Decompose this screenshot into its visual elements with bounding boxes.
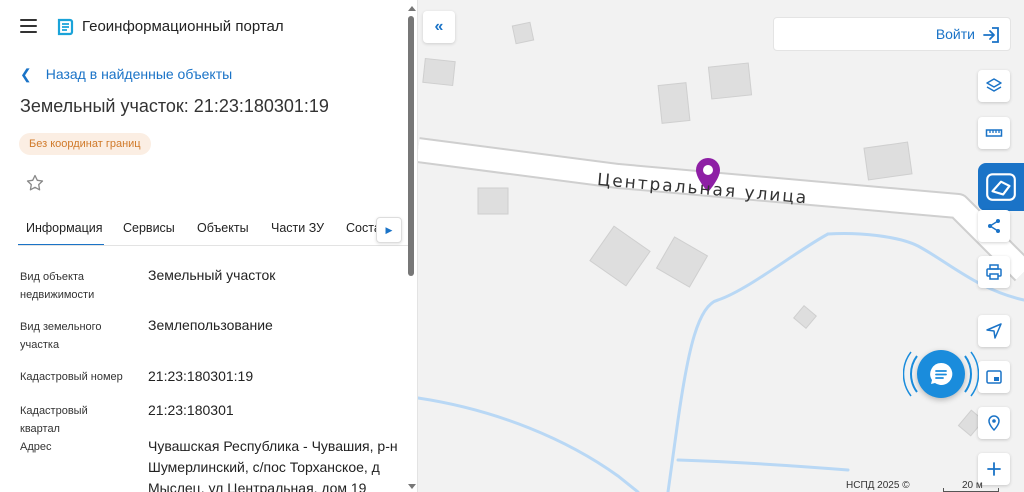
- star-icon[interactable]: [25, 173, 45, 193]
- detail-value: Земельный участок: [148, 267, 276, 283]
- detail-value: Землепользование: [148, 317, 273, 333]
- news-button[interactable]: [978, 163, 1024, 211]
- chat-button[interactable]: [917, 350, 965, 398]
- detail-label: Кадастровый номер: [20, 371, 123, 383]
- scroll-up-arrow-icon[interactable]: [408, 6, 416, 11]
- scroll-down-arrow-icon[interactable]: [408, 484, 416, 489]
- tab-parts[interactable]: Части ЗУ: [271, 221, 324, 235]
- detail-label: Вид земельного участка: [20, 321, 102, 351]
- share-button[interactable]: [978, 210, 1010, 242]
- detail-value: Чувашская Республика - Чувашия, р-н Шуме…: [148, 438, 398, 492]
- hamburger-menu-button[interactable]: [20, 19, 37, 33]
- plus-icon: [987, 462, 1001, 476]
- scale-bar: [943, 488, 999, 492]
- minimap-button[interactable]: [978, 361, 1010, 393]
- status-badge: Без координат границ: [19, 133, 151, 155]
- tabs-scroll-right-button[interactable]: ▶: [376, 217, 402, 243]
- detail-label: Вид объекта недвижимости: [20, 271, 95, 301]
- caret-right-icon: ▶: [385, 224, 393, 235]
- tab-services[interactable]: Сервисы: [123, 221, 175, 235]
- back-to-results-link[interactable]: ❮ Назад в найденные объекты: [20, 64, 232, 84]
- active-tab-indicator: [18, 244, 104, 245]
- detail-label: Кадастровый квартал: [20, 405, 88, 435]
- detail-value: 21:23:180301:19: [148, 368, 254, 384]
- tab-objects[interactable]: Объекты: [197, 221, 249, 235]
- tab-information[interactable]: Информация: [26, 221, 103, 235]
- portal-title: Геоинформационный портал: [82, 18, 284, 35]
- back-link-label: Назад в найденные объекты: [45, 66, 233, 82]
- login-arrow-icon: [983, 27, 999, 43]
- layers-icon: [986, 78, 1002, 92]
- detail-value: 21:23:180301: [148, 402, 234, 418]
- map-base-layer: [418, 21, 1024, 492]
- info-panel: Геоинформационный портал ❮ Назад в найде…: [0, 0, 418, 492]
- scrollbar-thumb[interactable]: [408, 16, 414, 276]
- print-button[interactable]: [978, 256, 1010, 288]
- copyright-text: НСПД 2025 ©: [846, 480, 910, 491]
- detail-label: Адрес: [20, 441, 52, 453]
- collapse-panel-button[interactable]: «: [423, 11, 455, 43]
- layers-button[interactable]: [978, 70, 1010, 102]
- navigation-arrow-icon: [986, 323, 1002, 339]
- megaphone-icon: [986, 173, 1016, 201]
- double-chevron-left-icon: «: [434, 18, 444, 35]
- search-location-button[interactable]: [978, 407, 1010, 439]
- panel-scrollbar[interactable]: [408, 8, 414, 492]
- picture-in-picture-icon: [986, 370, 1002, 384]
- share-icon: [988, 219, 1000, 233]
- login-label: Войти: [935, 26, 975, 42]
- tab-bar: Информация Сервисы Объекты Части ЗУ Сост…: [18, 214, 408, 246]
- object-title: Земельный участок: 21:23:180301:19: [20, 96, 329, 116]
- geolocation-button[interactable]: [978, 315, 1010, 347]
- measure-button[interactable]: [978, 117, 1010, 149]
- chevron-left-icon: ❮: [20, 65, 32, 82]
- map-canvas[interactable]: Центральная улица: [418, 0, 1024, 492]
- login-button[interactable]: Войти: [773, 17, 1011, 51]
- ruler-icon: [985, 129, 1003, 137]
- portal-logo-icon: [57, 18, 74, 36]
- printer-icon: [986, 264, 1002, 280]
- chat-bubble-icon: [930, 362, 953, 385]
- panel-header: Геоинформационный портал: [0, 0, 404, 54]
- location-search-icon: [988, 415, 1000, 432]
